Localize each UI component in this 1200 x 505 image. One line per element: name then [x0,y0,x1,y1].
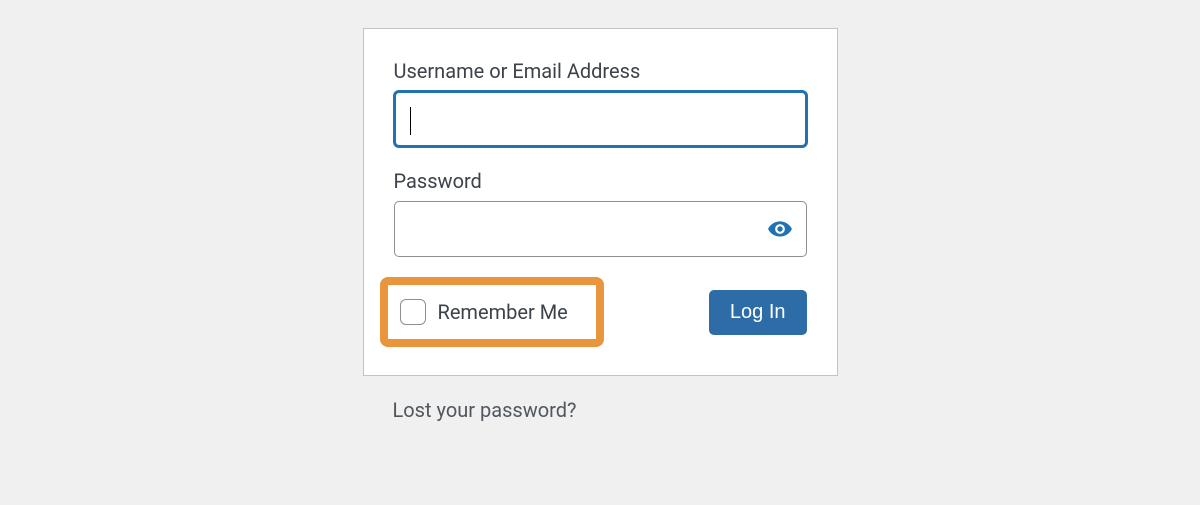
remember-me-highlight: Remember Me [380,277,604,347]
password-field-block: Password [394,169,807,257]
username-field-block: Username or Email Address [394,59,807,147]
eye-icon[interactable] [765,214,795,244]
form-bottom-row: Remember Me Log In [394,277,807,347]
login-form: Username or Email Address Password Remem… [363,28,838,376]
login-button[interactable]: Log In [709,290,807,335]
remember-me-checkbox[interactable] [400,299,426,325]
username-input[interactable] [394,91,807,147]
password-input-wrapper [394,201,807,257]
lost-password-row: Lost your password? [363,376,838,422]
remember-me-label[interactable]: Remember Me [438,300,568,324]
lost-password-link[interactable]: Lost your password? [393,398,577,422]
username-label: Username or Email Address [394,59,807,83]
text-caret [410,107,411,135]
password-label: Password [394,169,807,193]
password-input[interactable] [394,201,807,257]
